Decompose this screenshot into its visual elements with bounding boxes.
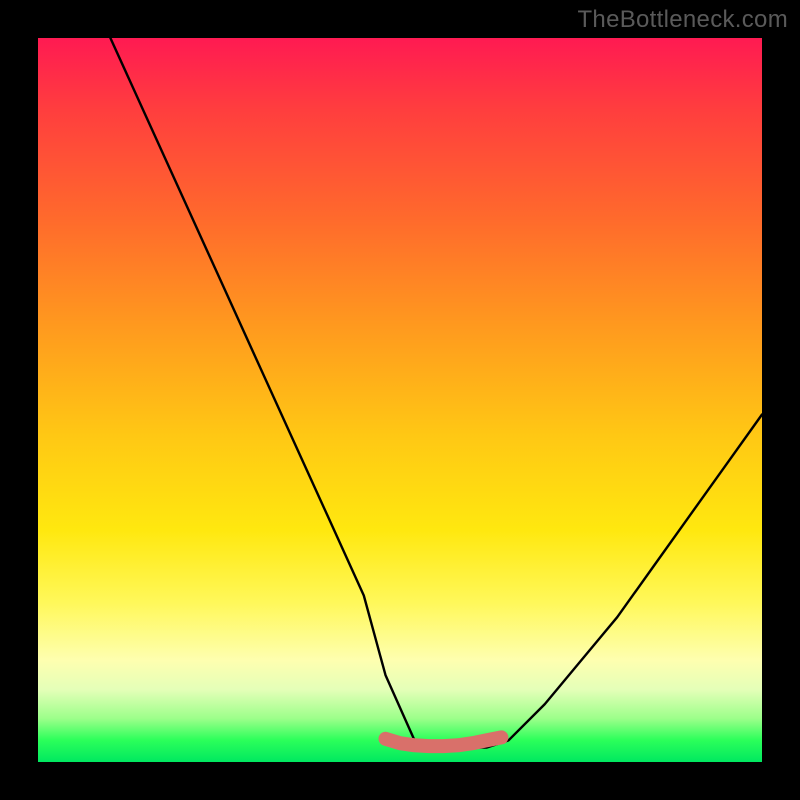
optimal-band [386, 737, 502, 746]
watermark-text: TheBottleneck.com [577, 6, 788, 34]
bottleneck-curve [110, 38, 762, 748]
curve-layer [38, 38, 762, 762]
plot-area [38, 38, 762, 762]
chart-frame: TheBottleneck.com [0, 0, 800, 800]
